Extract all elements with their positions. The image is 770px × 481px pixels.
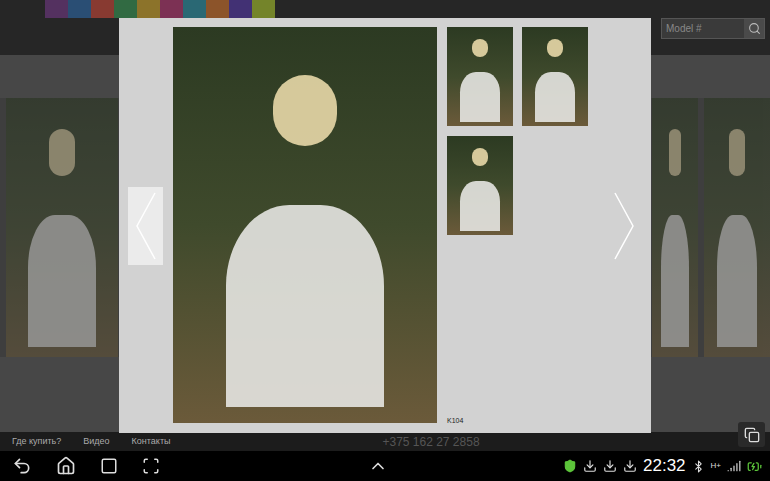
download-icon [623,459,637,473]
system-bar: 22:32 H+ [0,451,770,481]
battery-icon [747,459,762,474]
lightbox: K104 [119,18,651,433]
next-button[interactable] [613,187,635,265]
clock: 22:32 [643,456,686,476]
caption: K104 [447,416,588,425]
network-type: H+ [711,461,721,471]
prev-arrow-icon [135,191,157,261]
browser-page: Model # Где купить? Видео Контакты +375 162 … [0,0,770,451]
footer-link[interactable]: Видео [83,435,109,449]
thumbnail[interactable] [447,136,513,235]
search-box: Model # [661,18,765,39]
screen: Model # Где купить? Видео Контакты +375 162 … [0,0,770,481]
home-icon[interactable] [56,456,76,476]
prev-button[interactable] [128,187,163,265]
menu-up-icon[interactable] [368,456,388,476]
main-photo[interactable] [173,27,437,423]
back-icon[interactable] [12,456,32,476]
footer-link[interactable]: Где купить? [12,435,61,449]
screenshot-icon[interactable] [142,457,160,475]
site-footer: Где купить? Видео Контакты +375 162 27 2858 [0,432,770,451]
signal-icon [727,459,741,473]
search-button[interactable] [744,19,764,38]
security-icon [563,459,577,473]
color-stripe [45,0,275,18]
window-icon [744,427,760,443]
window-mode-button[interactable] [738,422,765,447]
gallery-photo[interactable] [6,98,118,357]
footer-link[interactable]: Контакты [132,435,171,449]
gallery-photo[interactable] [652,98,698,357]
thumbnail[interactable] [447,27,513,126]
next-arrow-icon [613,191,635,261]
thumbnail-panel: K104 [447,18,588,433]
recent-apps-icon[interactable] [100,457,118,475]
search-input[interactable]: Model # [662,19,744,38]
gallery-photo[interactable] [704,98,770,357]
bluetooth-icon [692,460,705,473]
download-icon [603,459,617,473]
search-icon [748,22,761,35]
download-icon [583,459,597,473]
thumbnail[interactable] [522,27,588,126]
footer-phone: +375 162 27 2858 [382,433,479,451]
